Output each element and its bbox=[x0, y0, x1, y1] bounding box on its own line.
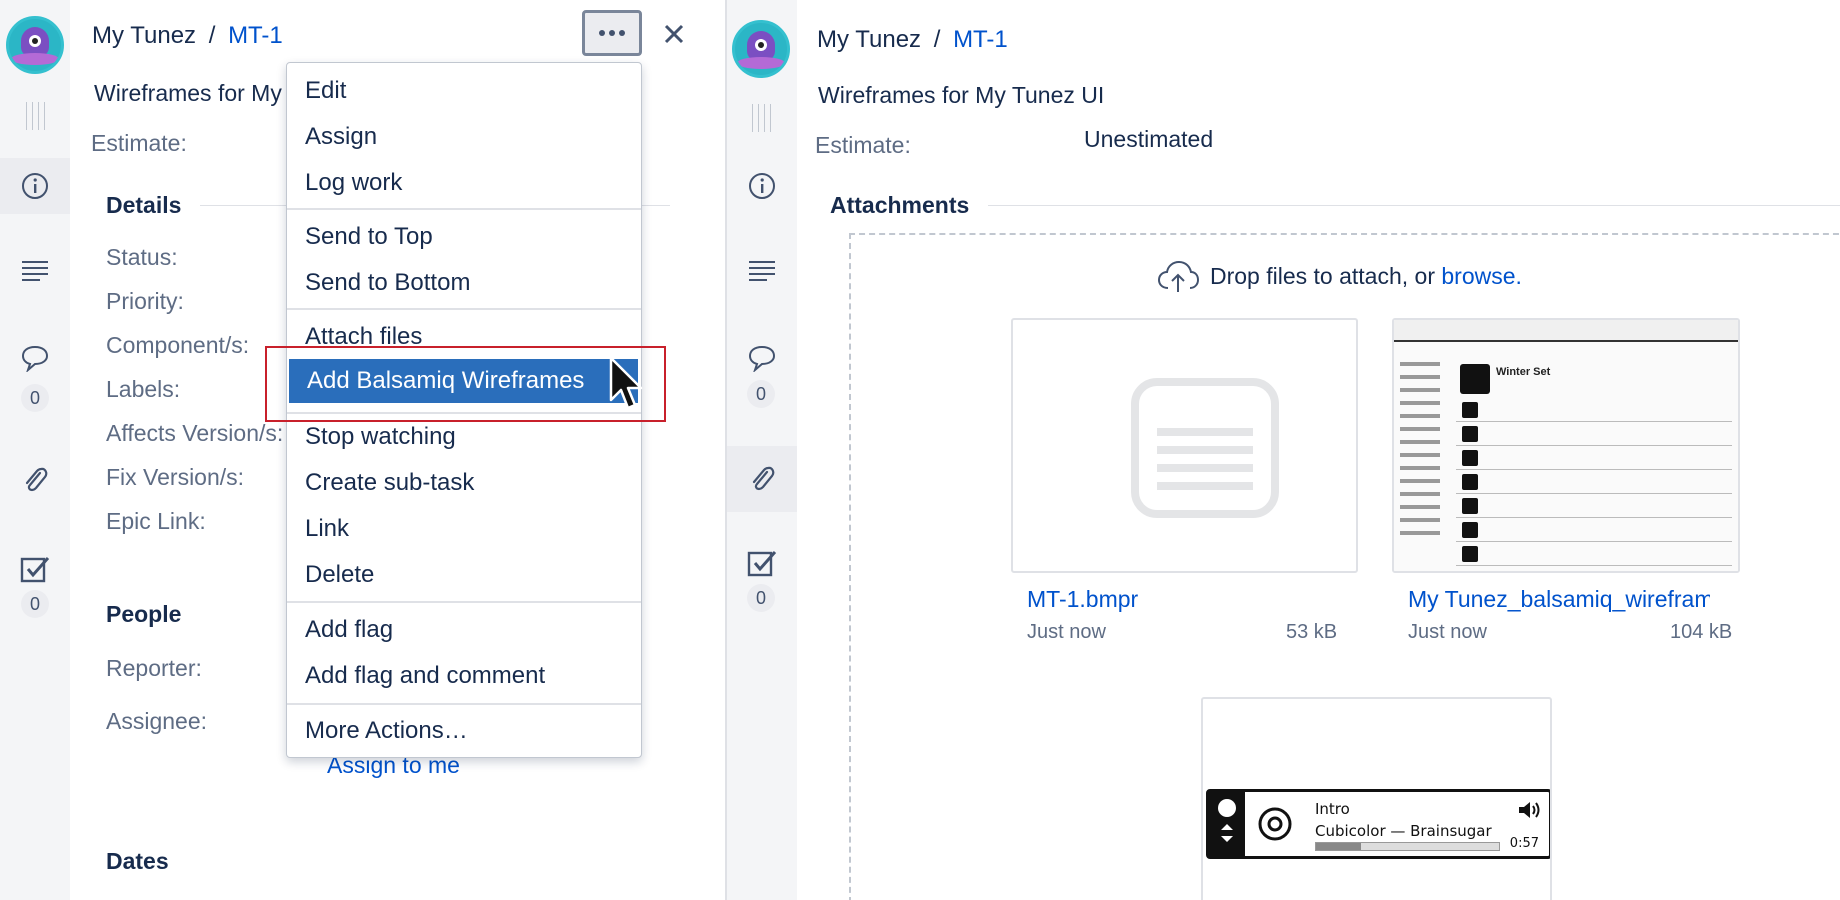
ellipsis-icon bbox=[599, 30, 605, 36]
rail-details-tab[interactable] bbox=[727, 158, 797, 214]
breadcrumb-project[interactable]: My Tunez bbox=[92, 22, 196, 49]
menu-divider bbox=[287, 208, 641, 210]
affects-versions-label: Affects Version/s: bbox=[106, 420, 284, 446]
comments-count: 0 bbox=[747, 380, 775, 408]
attachment-size-wireframes: 104 kB bbox=[1670, 621, 1733, 643]
rail-comments-tab[interactable] bbox=[727, 330, 797, 386]
player-controls-icon bbox=[1218, 792, 1305, 856]
breadcrumb: My Tunez / MT-1 bbox=[92, 22, 283, 50]
components-label: Component/s: bbox=[106, 332, 250, 358]
drop-files-text: Drop files to attach, or browse. bbox=[1210, 263, 1522, 290]
menu-item-assign[interactable]: Assign bbox=[287, 115, 641, 159]
drag-handle-icon[interactable] bbox=[747, 104, 775, 132]
player-progress-bar bbox=[1315, 842, 1500, 851]
breadcrumb-issue-link[interactable]: MT-1 bbox=[228, 22, 283, 49]
menu-item-more-actions[interactable]: More Actions… bbox=[287, 709, 641, 753]
assignee-label: Assignee: bbox=[106, 708, 208, 734]
more-actions-button[interactable] bbox=[582, 10, 642, 56]
rail-comments-tab[interactable] bbox=[0, 330, 70, 386]
people-heading[interactable]: People bbox=[106, 601, 181, 628]
info-icon bbox=[22, 173, 48, 199]
menu-item-send-to-top[interactable]: Send to Top bbox=[287, 215, 641, 259]
attachment-card-wireframes[interactable]: Winter Set bbox=[1392, 318, 1740, 573]
comment-icon bbox=[21, 345, 49, 372]
breadcrumb-issue-link[interactable]: MT-1 bbox=[953, 26, 1008, 53]
fix-versions-label: Fix Version/s: bbox=[106, 464, 245, 490]
menu-divider bbox=[287, 308, 641, 310]
attachments-divider bbox=[988, 205, 1840, 206]
menu-item-send-to-bottom[interactable]: Send to Bottom bbox=[287, 261, 641, 305]
issue-summary[interactable]: Wireframes for My Tunez UI bbox=[94, 80, 286, 107]
rail-attachments-tab[interactable] bbox=[727, 446, 797, 512]
rail-details-tab[interactable] bbox=[0, 158, 70, 214]
epic-link-label: Epic Link: bbox=[106, 508, 206, 534]
menu-item-edit[interactable]: Edit bbox=[287, 69, 641, 113]
attachment-time-wireframes: Just now bbox=[1408, 621, 1487, 643]
drop-files-prompt: Drop files to attach, or bbox=[1210, 263, 1442, 289]
attachment-name-bmpr[interactable]: MT-1.bmpr bbox=[1027, 586, 1357, 613]
estimate-label: Estimate: bbox=[815, 132, 911, 158]
drag-handle-icon[interactable] bbox=[21, 102, 49, 130]
highlight-callout-box bbox=[265, 346, 666, 422]
left-sidebar-rail: 0 0 bbox=[0, 0, 70, 900]
player-preview: Intro Cubicolor — Brainsugar 0:57 bbox=[1206, 789, 1550, 859]
attachment-time-bmpr: Just now bbox=[1027, 621, 1106, 643]
estimate-value[interactable]: Unestimated bbox=[1084, 126, 1213, 153]
paperclip-icon bbox=[752, 466, 775, 491]
rail-description-tab[interactable] bbox=[727, 244, 797, 300]
right-sidebar-rail: 0 0 bbox=[727, 0, 797, 900]
attachments-heading[interactable]: Attachments bbox=[830, 192, 969, 219]
menu-item-delete[interactable]: Delete bbox=[287, 553, 641, 597]
attachment-name-wireframes[interactable]: My Tunez_balsamiq_wireframes bbox=[1408, 586, 1710, 613]
paperclip-icon bbox=[25, 467, 48, 492]
checklist-icon bbox=[20, 557, 50, 583]
checklist-icon bbox=[747, 551, 777, 577]
menu-item-create-sub-task[interactable]: Create sub-task bbox=[287, 461, 641, 505]
close-icon[interactable] bbox=[660, 20, 688, 48]
breadcrumb: My Tunez / MT-1 bbox=[817, 26, 1008, 54]
checklist-count: 0 bbox=[747, 584, 775, 612]
status-label: Status: bbox=[106, 244, 178, 270]
estimate-label: Estimate: bbox=[91, 130, 187, 156]
project-avatar[interactable] bbox=[6, 16, 64, 74]
rail-description-tab[interactable] bbox=[0, 244, 70, 300]
attachment-card-player[interactable]: Intro Cubicolor — Brainsugar 0:57 bbox=[1201, 697, 1552, 900]
player-track-title: Intro bbox=[1315, 800, 1350, 818]
attachment-card-bmpr[interactable] bbox=[1011, 318, 1358, 573]
menu-divider bbox=[287, 703, 641, 705]
document-icon bbox=[1131, 378, 1279, 518]
menu-item-log-work[interactable]: Log work bbox=[287, 161, 641, 205]
wireframe-thumbnail: Winter Set bbox=[1394, 320, 1738, 571]
menu-item-link[interactable]: Link bbox=[287, 507, 641, 551]
info-icon bbox=[749, 173, 775, 199]
project-avatar[interactable] bbox=[732, 20, 790, 78]
details-heading[interactable]: Details bbox=[106, 192, 181, 219]
issue-summary[interactable]: Wireframes for My Tunez UI bbox=[818, 82, 1104, 109]
browse-link[interactable]: browse. bbox=[1441, 263, 1522, 289]
labels-label: Labels: bbox=[106, 376, 181, 402]
mouse-pointer-icon bbox=[609, 356, 643, 410]
priority-label: Priority: bbox=[106, 288, 184, 314]
menu-item-add-flag-and-comment[interactable]: Add flag and comment bbox=[287, 654, 641, 698]
breadcrumb-separator: / bbox=[208, 22, 216, 49]
player-time: 0:57 bbox=[1509, 836, 1539, 851]
breadcrumb-separator: / bbox=[933, 26, 941, 53]
rail-attachments-tab[interactable] bbox=[0, 452, 70, 508]
wireframe-playlist-title: Winter Set bbox=[1496, 366, 1551, 378]
menu-divider bbox=[287, 601, 641, 603]
player-artist: Cubicolor — Brainsugar bbox=[1315, 822, 1492, 840]
menu-item-add-flag[interactable]: Add flag bbox=[287, 608, 641, 652]
checklist-count: 0 bbox=[21, 590, 49, 618]
speaker-icon bbox=[1519, 802, 1540, 818]
description-icon bbox=[749, 261, 775, 281]
comment-icon bbox=[748, 345, 776, 372]
attachment-size-bmpr: 53 kB bbox=[1286, 621, 1338, 643]
breadcrumb-project[interactable]: My Tunez bbox=[817, 26, 921, 53]
cloud-upload-icon bbox=[1157, 260, 1200, 292]
reporter-label: Reporter: bbox=[106, 655, 202, 681]
description-icon bbox=[22, 261, 48, 281]
dates-heading[interactable]: Dates bbox=[106, 848, 169, 875]
comments-count: 0 bbox=[21, 384, 49, 412]
